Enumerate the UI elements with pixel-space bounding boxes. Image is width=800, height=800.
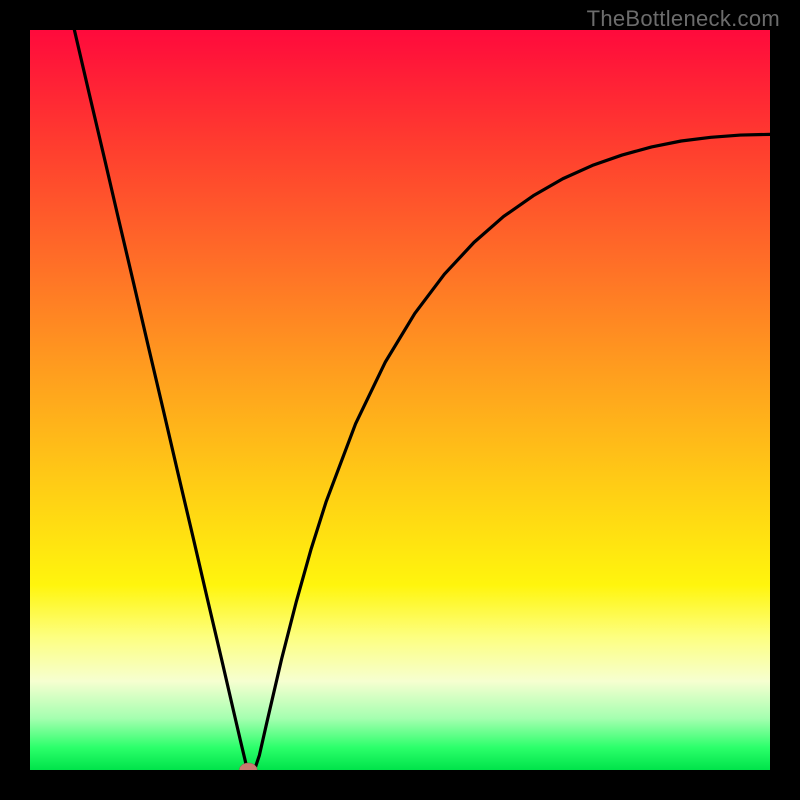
min-point-marker <box>239 763 257 770</box>
chart-line-curve <box>74 30 770 770</box>
plot-area <box>30 30 770 770</box>
chart-frame: TheBottleneck.com <box>0 0 800 800</box>
watermark-text: TheBottleneck.com <box>587 6 780 32</box>
chart-svg <box>30 30 770 770</box>
